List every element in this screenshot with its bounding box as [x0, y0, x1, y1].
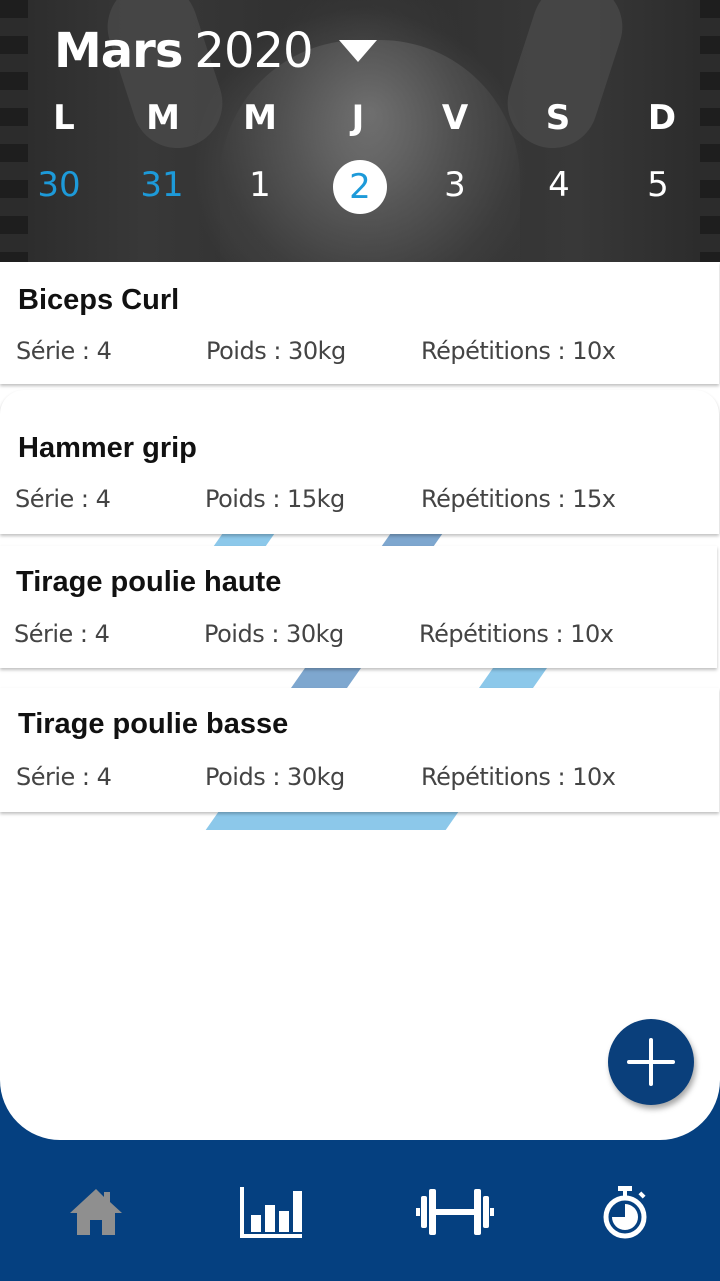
exercise-series: Série : 4 [16, 763, 112, 791]
stopwatch-icon [603, 1186, 647, 1239]
exercise-name: Tirage poulie haute [16, 566, 282, 598]
day-number: 1 [249, 165, 271, 205]
add-exercise-button[interactable] [608, 1019, 694, 1105]
dumbbell-icon [416, 1189, 494, 1235]
nav-stats[interactable] [227, 1172, 317, 1252]
caret-down-icon[interactable] [338, 40, 377, 62]
day-number: 30 [37, 165, 81, 205]
exercise-series: Série : 4 [16, 337, 112, 365]
decorative-stripe [205, 812, 459, 830]
exercise-name: Tirage poulie basse [18, 708, 289, 740]
nav-workouts[interactable] [410, 1172, 500, 1252]
decorative-stripe [213, 534, 275, 546]
day-number: 4 [548, 165, 570, 205]
weekday-label: L [53, 98, 75, 138]
calendar-header: Mars 2020 L M M J V S D 30 31 1 2 3 4 5 [0, 0, 720, 262]
month-name: Mars [54, 23, 183, 79]
exercise-card[interactable]: Tirage poulie basse Série : 4 Poids : 30… [0, 688, 719, 812]
day-cell[interactable]: 4 [519, 160, 599, 210]
decorative-stripe [478, 668, 548, 688]
exercise-list: Biceps Curl Série : 4 Poids : 30kg Répét… [0, 262, 720, 1140]
day-number: 3 [444, 165, 466, 205]
exercise-weight: Poids : 30kg [204, 620, 344, 648]
exercise-reps: Répétitions : 10x [421, 763, 616, 791]
exercise-weight: Poids : 15kg [205, 485, 345, 513]
exercise-weight: Poids : 30kg [205, 763, 345, 791]
day-cell[interactable]: 3 [415, 160, 495, 210]
day-number: 5 [647, 165, 669, 205]
exercise-reps: Répétitions : 10x [419, 620, 614, 648]
exercise-card[interactable]: Tirage poulie haute Série : 4 Poids : 30… [0, 546, 717, 668]
day-number: 31 [140, 165, 184, 205]
decorative-stripe [381, 534, 443, 546]
home-icon [70, 1189, 122, 1235]
weekday-label: V [441, 98, 469, 138]
exercise-name: Biceps Curl [18, 284, 180, 316]
nav-home[interactable] [51, 1172, 141, 1252]
bottom-nav [0, 1140, 720, 1281]
weekday-label: M [146, 98, 180, 138]
exercise-series: Série : 4 [15, 485, 111, 513]
exercise-weight: Poids : 30kg [206, 337, 346, 365]
day-cell[interactable]: 5 [618, 160, 698, 210]
bar-chart-icon [240, 1187, 302, 1238]
exercise-card[interactable]: Biceps Curl Série : 4 Poids : 30kg Répét… [0, 262, 719, 384]
day-cell[interactable]: 30 [19, 160, 99, 210]
month-year: 2020 [194, 23, 313, 79]
day-cell[interactable]: 1 [220, 160, 300, 210]
weekday-label: S [545, 98, 571, 138]
weekday-label: J [351, 98, 365, 138]
month-selector[interactable]: Mars 2020 [54, 22, 377, 80]
exercise-card[interactable]: Hammer grip Série : 4 Poids : 15kg Répét… [0, 390, 719, 534]
day-cell-selected[interactable]: 2 [320, 160, 400, 214]
exercise-reps: Répétitions : 10x [421, 337, 616, 365]
weekday-label: M [243, 98, 277, 138]
exercise-name: Hammer grip [18, 432, 197, 464]
exercise-reps: Répétitions : 15x [421, 485, 616, 513]
nav-timer[interactable] [580, 1172, 670, 1252]
weekday-label: D [647, 98, 677, 138]
exercise-series: Série : 4 [14, 620, 110, 648]
decorative-stripe [290, 668, 362, 688]
day-cell[interactable]: 31 [122, 160, 202, 210]
day-number: 2 [333, 160, 387, 214]
